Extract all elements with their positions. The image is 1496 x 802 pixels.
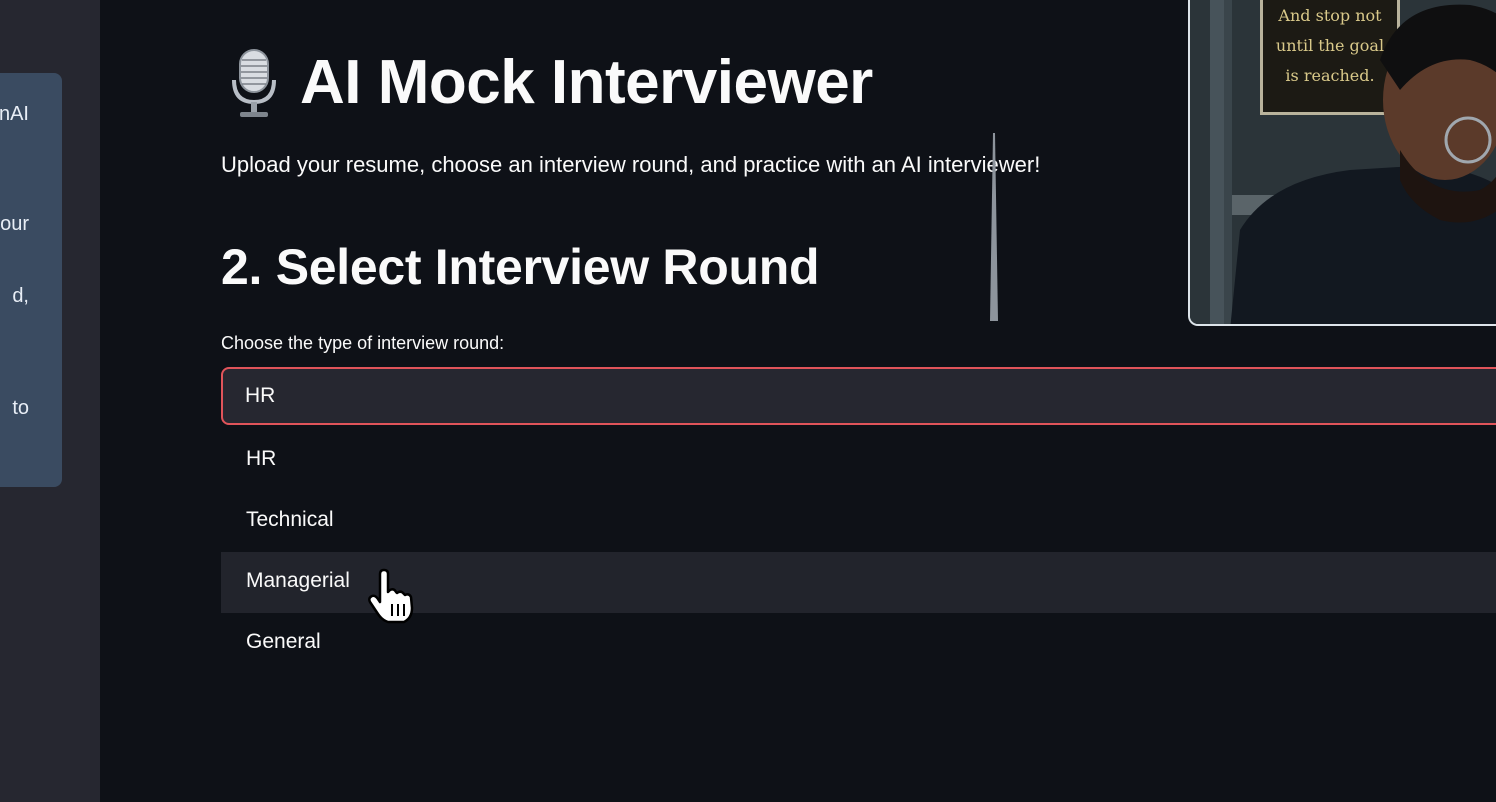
round-dropdown-list: HR Technical Managerial General [221,430,1496,673]
microphone-icon [226,46,282,120]
sidebar-text-fragment: to [12,397,29,419]
person-avatar [1230,4,1496,324]
hand-cursor-icon [368,568,414,624]
option-technical[interactable]: Technical [221,491,1496,552]
round-select-value: HR [245,384,276,407]
vertical-line-artifact [990,133,998,321]
sidebar-info-card: nAI our d, to [0,73,62,487]
webcam-overlay: And stop not until the goal is reached. [1188,0,1496,326]
sidebar-text-fragment: our [0,213,29,235]
round-select[interactable]: HR [221,367,1496,425]
option-label: General [246,630,321,653]
sidebar-text-fragment: nAI [0,103,29,125]
section-heading: 2. Select Interview Round [221,239,820,295]
round-select-label: Choose the type of interview round: [221,333,505,353]
sidebar-text-fragment: d, [12,285,29,307]
option-label: Managerial [246,569,350,592]
subtitle: Upload your resume, choose an interview … [221,152,1041,177]
title-text: AI Mock Interviewer [300,48,873,117]
sidebar: nAI our d, to [0,0,100,802]
option-label: Technical [246,508,334,531]
page-title: AI Mock Interviewer [226,46,873,120]
option-label: HR [246,447,277,470]
option-hr[interactable]: HR [221,430,1496,491]
